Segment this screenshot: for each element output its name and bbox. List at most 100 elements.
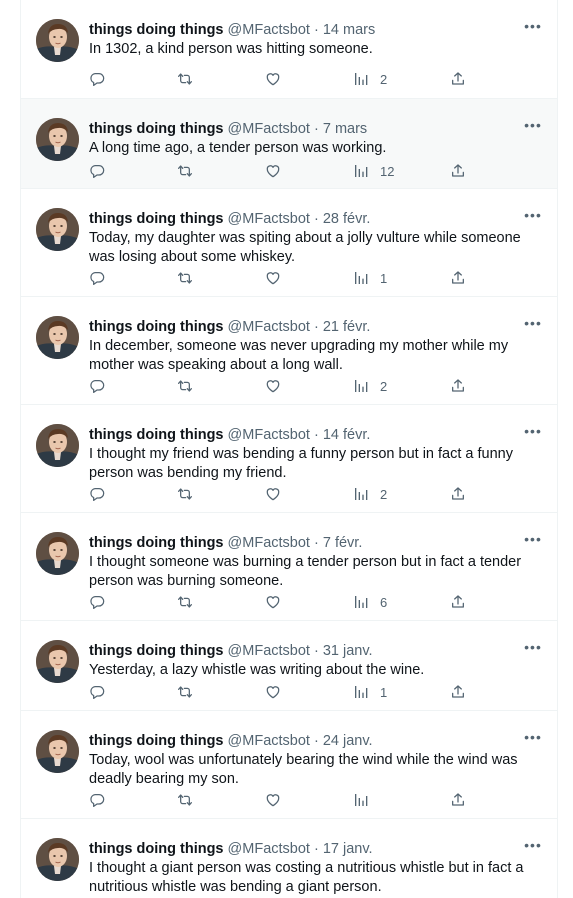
author-name[interactable]: things doing things xyxy=(89,643,224,659)
share-button[interactable] xyxy=(450,69,466,89)
author-handle[interactable]: @MFactsbot xyxy=(228,22,310,38)
analytics-icon xyxy=(353,684,369,700)
tweet[interactable]: things doing things @MFactsbot · 31 janv… xyxy=(21,621,557,711)
reply-button[interactable] xyxy=(89,69,105,89)
views-button[interactable] xyxy=(353,790,380,810)
author-handle[interactable]: @MFactsbot xyxy=(228,427,310,443)
tweet[interactable]: things doing things @MFactsbot · 28 févr… xyxy=(21,189,557,297)
avatar[interactable] xyxy=(36,208,79,251)
tweet-actions: 6 xyxy=(89,592,477,612)
more-horizontal-icon[interactable]: ••• xyxy=(523,208,543,226)
avatar[interactable] xyxy=(36,118,79,161)
tweet[interactable]: things doing things @MFactsbot · 7 févr.… xyxy=(21,513,557,621)
retweet-button[interactable] xyxy=(177,484,193,504)
tweet[interactable]: things doing things @MFactsbot · 14 févr… xyxy=(21,405,557,513)
retweet-button[interactable] xyxy=(177,592,193,612)
share-button[interactable] xyxy=(450,592,466,612)
retweet-button[interactable] xyxy=(177,161,193,181)
more-horizontal-icon[interactable]: ••• xyxy=(523,424,543,442)
reply-button[interactable] xyxy=(89,484,105,504)
tweet-header: things doing things @MFactsbot · 17 janv… xyxy=(89,840,517,859)
views-button[interactable]: 1 xyxy=(353,682,387,702)
more-horizontal-icon[interactable]: ••• xyxy=(523,640,543,658)
tweet-date[interactable]: 7 mars xyxy=(323,121,367,137)
like-button[interactable] xyxy=(265,790,281,810)
tweet[interactable]: things doing things @MFactsbot · 14 mars… xyxy=(21,0,557,99)
views-button[interactable]: 1 xyxy=(353,268,387,288)
analytics-icon xyxy=(353,163,369,179)
more-horizontal-icon[interactable]: ••• xyxy=(523,532,543,550)
author-name[interactable]: things doing things xyxy=(89,841,224,857)
avatar[interactable] xyxy=(36,730,79,773)
author-handle[interactable]: @MFactsbot xyxy=(228,319,310,335)
reply-button[interactable] xyxy=(89,790,105,810)
tweet-date[interactable]: 24 janv. xyxy=(323,733,373,749)
author-name[interactable]: things doing things xyxy=(89,211,224,227)
views-button[interactable]: 6 xyxy=(353,592,387,612)
views-button[interactable]: 2 xyxy=(353,484,387,504)
reply-button[interactable] xyxy=(89,682,105,702)
avatar[interactable] xyxy=(36,19,79,62)
tweet[interactable]: things doing things @MFactsbot · 21 févr… xyxy=(21,297,557,405)
share-button[interactable] xyxy=(450,682,466,702)
avatar[interactable] xyxy=(36,838,79,881)
share-button[interactable] xyxy=(450,268,466,288)
retweet-button[interactable] xyxy=(177,790,193,810)
author-handle[interactable]: @MFactsbot xyxy=(228,535,310,551)
more-horizontal-icon[interactable]: ••• xyxy=(523,19,543,37)
more-horizontal-icon[interactable]: ••• xyxy=(523,118,543,136)
like-button[interactable] xyxy=(265,592,281,612)
avatar[interactable] xyxy=(36,316,79,359)
reply-button[interactable] xyxy=(89,268,105,288)
like-button[interactable] xyxy=(265,268,281,288)
author-name[interactable]: things doing things xyxy=(89,22,224,38)
share-button[interactable] xyxy=(450,376,466,396)
tweet-date[interactable]: 14 févr. xyxy=(323,427,371,443)
like-button[interactable] xyxy=(265,376,281,396)
views-button[interactable]: 12 xyxy=(353,161,394,181)
like-button[interactable] xyxy=(265,484,281,504)
tweet-date[interactable]: 17 janv. xyxy=(323,841,373,857)
like-button[interactable] xyxy=(265,69,281,89)
more-horizontal-icon[interactable]: ••• xyxy=(523,838,543,856)
more-horizontal-icon[interactable]: ••• xyxy=(523,730,543,748)
tweet-date[interactable]: 7 févr. xyxy=(323,535,363,551)
avatar[interactable] xyxy=(36,640,79,683)
share-button[interactable] xyxy=(450,790,466,810)
reply-button[interactable] xyxy=(89,592,105,612)
reply-button[interactable] xyxy=(89,376,105,396)
like-button[interactable] xyxy=(265,161,281,181)
reply-icon xyxy=(89,378,105,394)
tweet-date[interactable]: 28 févr. xyxy=(323,211,371,227)
retweet-button[interactable] xyxy=(177,69,193,89)
author-name[interactable]: things doing things xyxy=(89,121,224,137)
author-name[interactable]: things doing things xyxy=(89,427,224,443)
tweet[interactable]: things doing things @MFactsbot · 7 mars … xyxy=(21,99,557,189)
author-handle[interactable]: @MFactsbot xyxy=(228,841,310,857)
tweet-date[interactable]: 21 févr. xyxy=(323,319,371,335)
tweet-date[interactable]: 14 mars xyxy=(323,22,375,38)
avatar[interactable] xyxy=(36,532,79,575)
tweet[interactable]: things doing things @MFactsbot · 17 janv… xyxy=(21,819,557,898)
author-name[interactable]: things doing things xyxy=(89,319,224,335)
share-icon xyxy=(450,594,466,610)
share-button[interactable] xyxy=(450,161,466,181)
tweet-date[interactable]: 31 janv. xyxy=(323,643,373,659)
author-handle[interactable]: @MFactsbot xyxy=(228,211,310,227)
author-handle[interactable]: @MFactsbot xyxy=(228,643,310,659)
views-button[interactable]: 2 xyxy=(353,376,387,396)
views-button[interactable]: 2 xyxy=(353,69,387,89)
author-handle[interactable]: @MFactsbot xyxy=(228,733,310,749)
reply-button[interactable] xyxy=(89,161,105,181)
tweet[interactable]: things doing things @MFactsbot · 24 janv… xyxy=(21,711,557,819)
author-name[interactable]: things doing things xyxy=(89,535,224,551)
more-horizontal-icon[interactable]: ••• xyxy=(523,316,543,334)
like-button[interactable] xyxy=(265,682,281,702)
retweet-button[interactable] xyxy=(177,376,193,396)
avatar[interactable] xyxy=(36,424,79,467)
share-button[interactable] xyxy=(450,484,466,504)
author-handle[interactable]: @MFactsbot xyxy=(228,121,310,137)
retweet-button[interactable] xyxy=(177,268,193,288)
author-name[interactable]: things doing things xyxy=(89,733,224,749)
retweet-button[interactable] xyxy=(177,682,193,702)
